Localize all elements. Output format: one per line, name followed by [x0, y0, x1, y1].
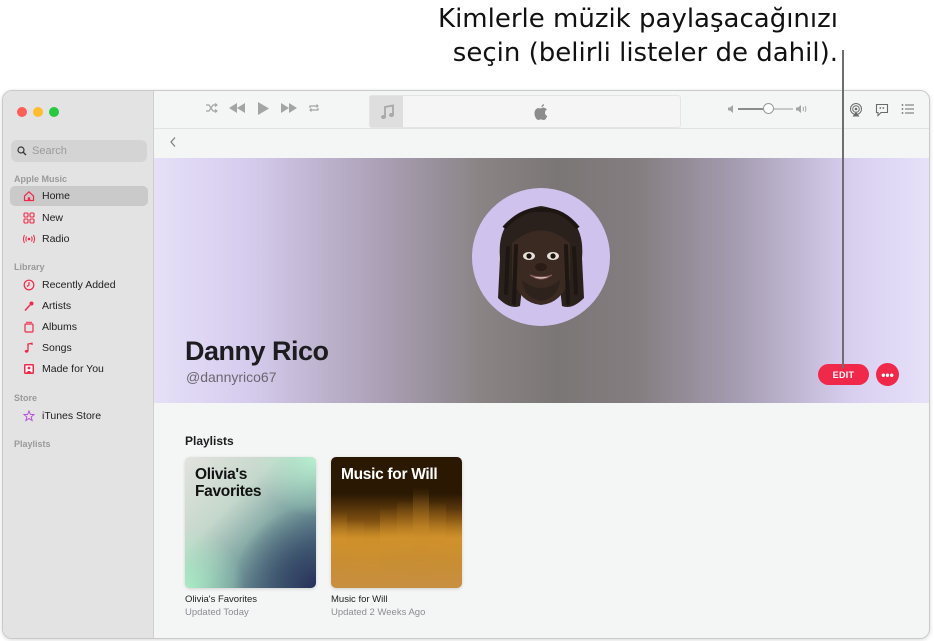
playlist-card[interactable]: Music for Will Music for Will Updated 2 … — [331, 457, 462, 618]
cover-waveform — [331, 478, 462, 588]
grid-icon — [22, 211, 36, 225]
rewind-icon[interactable] — [228, 102, 246, 114]
callout-line-1: Kimlerle müzik paylaşacağınızı — [438, 4, 838, 34]
playlist-title[interactable]: Music for Will — [331, 594, 462, 605]
section-label-library: Library — [14, 262, 45, 272]
sidebar-item-label: Home — [42, 190, 71, 202]
up-next-list-icon[interactable] — [901, 103, 915, 115]
sidebar-item-recently-added[interactable]: Recently Added — [10, 275, 148, 295]
sidebar-item-itunes-store[interactable]: iTunes Store — [10, 406, 148, 426]
volume-slider[interactable] — [738, 103, 793, 114]
apple-logo-icon — [534, 104, 548, 121]
profile-content: Playlists Olivia's Favorites Olivia's Fa… — [154, 403, 929, 638]
cover-title: Music for Will — [341, 466, 438, 483]
volume-high-icon — [796, 105, 807, 113]
search-placeholder: Search — [32, 145, 67, 157]
home-icon — [22, 189, 36, 203]
sidebar-item-label: New — [42, 212, 64, 224]
play-icon[interactable] — [257, 101, 270, 116]
section-label-playlists: Playlists — [14, 439, 51, 449]
profile-handle: @dannyrico67 — [186, 369, 277, 385]
repeat-icon[interactable] — [308, 102, 320, 114]
window-controls — [17, 107, 59, 117]
music-note-icon — [22, 341, 36, 355]
sidebar-item-radio[interactable]: Radio — [10, 229, 148, 249]
sidebar-item-label: iTunes Store — [42, 410, 102, 422]
sidebar-item-songs[interactable]: Songs — [10, 338, 148, 358]
minimize-window-button[interactable] — [33, 107, 43, 117]
music-app-window: Search Apple Music Home New Radio Librar… — [2, 90, 930, 639]
cover-title: Olivia's Favorites — [195, 466, 262, 500]
now-playing-display — [369, 95, 681, 128]
sidebar-item-label: Radio — [42, 233, 70, 245]
volume-low-icon — [728, 105, 733, 113]
playlist-updated: Updated 2 Weeks Ago — [331, 607, 426, 618]
album-icon — [22, 320, 36, 334]
search-icon — [17, 146, 27, 156]
profile-name: Danny Rico — [185, 336, 329, 366]
music-note-icon — [380, 103, 394, 119]
album-art-placeholder — [370, 96, 403, 127]
playlists-heading: Playlists — [185, 434, 234, 448]
sidebar-item-label: Songs — [42, 342, 72, 354]
fast-forward-icon[interactable] — [280, 102, 298, 114]
airplay-audio-icon[interactable] — [849, 103, 863, 117]
playlist-updated: Updated Today — [185, 607, 249, 618]
sidebar-item-artists[interactable]: Artists — [10, 296, 148, 316]
playlist-cover[interactable]: Music for Will — [331, 457, 462, 588]
volume-control — [728, 103, 808, 114]
navigation-bar — [154, 129, 929, 157]
playlist-card[interactable]: Olivia's Favorites Olivia's Favorites Up… — [185, 457, 316, 618]
main-pane: Danny Rico @dannyrico67 EDIT ••• Playlis… — [154, 91, 929, 638]
playlist-cover[interactable]: Olivia's Favorites — [185, 457, 316, 588]
profile-header: Danny Rico @dannyrico67 EDIT ••• — [154, 158, 929, 403]
sidebar: Search Apple Music Home New Radio Librar… — [3, 91, 154, 638]
star-icon — [22, 409, 36, 423]
sidebar-item-albums[interactable]: Albums — [10, 317, 148, 337]
shuffle-icon[interactable] — [205, 102, 218, 114]
playlist-title[interactable]: Olivia's Favorites — [185, 594, 316, 605]
section-label-store: Store — [14, 393, 38, 403]
sidebar-item-label: Albums — [42, 321, 78, 333]
section-label-apple-music: Apple Music — [14, 174, 68, 184]
memoji-avatar-icon — [498, 206, 584, 307]
close-window-button[interactable] — [17, 107, 27, 117]
back-chevron-icon[interactable] — [169, 136, 177, 148]
zoom-window-button[interactable] — [49, 107, 59, 117]
clock-icon — [22, 278, 36, 292]
sidebar-item-label: Artists — [42, 300, 72, 312]
lyrics-icon[interactable] — [875, 103, 889, 117]
profile-avatar[interactable] — [472, 188, 610, 326]
person-square-icon — [22, 362, 36, 376]
sidebar-item-home[interactable]: Home — [10, 186, 148, 206]
sidebar-item-label: Made for You — [42, 363, 104, 375]
ellipsis-icon: ••• — [881, 367, 894, 382]
callout-annotation: Kimlerle müzik paylaşacağınızı seçin (be… — [378, 2, 838, 70]
volume-knob[interactable] — [763, 103, 775, 114]
sidebar-item-made-for-you[interactable]: Made for You — [10, 359, 148, 379]
player-toolbar — [154, 91, 929, 129]
sidebar-item-label: Recently Added — [42, 279, 116, 291]
sidebar-item-new[interactable]: New — [10, 208, 148, 228]
microphone-icon — [22, 299, 36, 313]
callout-pointer-line — [842, 50, 844, 368]
more-options-button[interactable]: ••• — [876, 363, 899, 386]
callout-line-2: seçin (belirli listeler de dahil). — [452, 38, 838, 68]
radio-icon — [22, 232, 36, 246]
search-input[interactable]: Search — [11, 140, 147, 162]
